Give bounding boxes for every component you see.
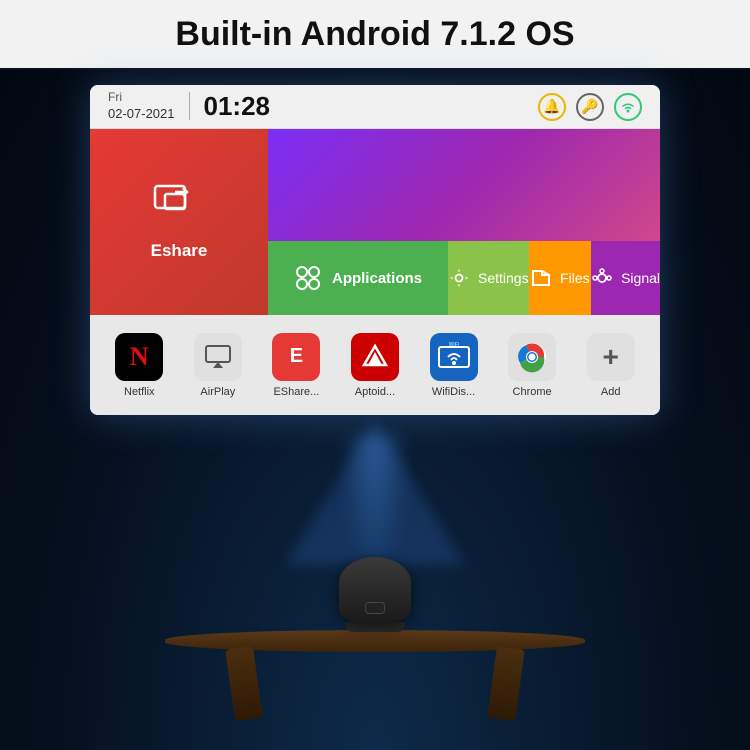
add-icon: +: [587, 333, 635, 381]
time-label: 01:28: [204, 91, 271, 122]
tile-settings[interactable]: Settings: [448, 241, 529, 315]
wifidis-icon: WiFi: [430, 333, 478, 381]
signal-label: Signal: [621, 270, 660, 286]
eshare-label: Eshare: [151, 241, 208, 261]
day-label: Fri: [108, 90, 175, 106]
tile-applications[interactable]: Applications: [268, 241, 448, 315]
beam-glow: [345, 435, 405, 565]
table: [165, 630, 585, 720]
projector-base: [345, 622, 405, 632]
eshare-app-label: EShare...: [273, 386, 319, 398]
wifidis-label: WifiDis...: [432, 386, 475, 398]
projected-screen: Fri 02-07-2021 01:28 🔔 🔑: [90, 85, 660, 415]
airplay-label: AirPlay: [200, 386, 235, 398]
app-icons-row: N Netflix AirPlay E EShare...: [90, 315, 660, 415]
tile-eshare[interactable]: Eshare: [90, 129, 268, 315]
add-label: Add: [601, 386, 621, 398]
app-aptoid[interactable]: Aptoid...: [339, 333, 411, 398]
settings-label: Settings: [478, 270, 529, 286]
projector-body: [339, 557, 411, 622]
bell-icon: 🔔: [538, 93, 566, 121]
page-title: Built-in Android 7.1.2 OS: [175, 15, 574, 54]
eshare-app-icon: E: [272, 333, 320, 381]
date-label: 02-07-2021: [108, 106, 175, 123]
chrome-icon: [508, 333, 556, 381]
aptoid-label: Aptoid...: [355, 386, 395, 398]
app-eshare[interactable]: E EShare...: [260, 333, 332, 398]
tile-files[interactable]: Files: [529, 241, 591, 315]
app-chrome[interactable]: Chrome: [496, 333, 568, 398]
app-wifidis[interactable]: WiFi WifiDis...: [418, 333, 490, 398]
app-netflix[interactable]: N Netflix: [103, 333, 175, 398]
files-label: Files: [560, 270, 590, 286]
app-airplay[interactable]: AirPlay: [182, 333, 254, 398]
projector-lens: [365, 602, 385, 614]
aptoid-icon: [351, 333, 399, 381]
purple-decoration: [268, 129, 660, 241]
netflix-icon: N: [115, 333, 163, 381]
svg-text:WiFi: WiFi: [448, 342, 459, 348]
eshare-icon: [153, 184, 205, 233]
table-leg-left: [225, 646, 263, 721]
wifi-icon: [614, 93, 642, 121]
key-icon: 🔑: [576, 93, 604, 121]
tile-signal[interactable]: Signal: [591, 241, 660, 315]
airplay-icon: [194, 333, 242, 381]
netflix-label: Netflix: [124, 386, 155, 398]
applications-label: Applications: [332, 270, 422, 287]
screen-topbar: Fri 02-07-2021 01:28 🔔 🔑: [90, 85, 660, 129]
chrome-label: Chrome: [513, 386, 552, 398]
table-leg-right: [487, 646, 525, 721]
projector-device: [339, 557, 411, 632]
app-add[interactable]: + Add: [575, 333, 647, 398]
